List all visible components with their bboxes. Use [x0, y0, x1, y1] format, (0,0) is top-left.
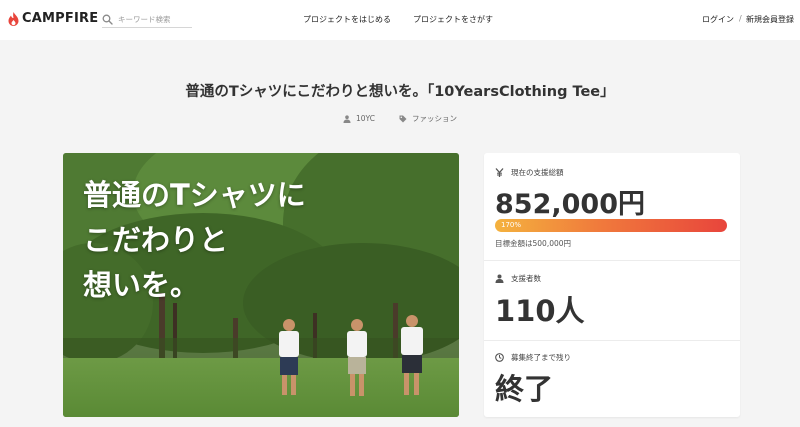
funding-progress-bar: 170%: [495, 219, 727, 232]
nav-separator: /: [739, 14, 742, 23]
supporters-label-text: 支援者数: [511, 274, 541, 283]
site-header: CAMPFIRE プロジェクトをはじめる プロジェクトをさがす ログイン / 新…: [0, 0, 800, 40]
flame-icon: [8, 11, 19, 26]
total-label-text: 現在の支援総額: [511, 168, 564, 177]
owner-name: 10YC: [356, 114, 375, 123]
divider: [484, 340, 740, 341]
hero-line-3: 想いを。: [83, 268, 200, 302]
project-hero-image[interactable]: 普通のTシャツに こだわりと 想いを。: [63, 153, 459, 417]
search-input[interactable]: [118, 14, 188, 24]
register-link[interactable]: 新規会員登録: [746, 14, 794, 25]
hero-line-2: こだわりと: [83, 223, 229, 257]
hero-headline: 普通のTシャツに こだわりと 想いを。: [83, 173, 306, 308]
hero-line-1: 普通のTシャツに: [83, 178, 306, 212]
total-label: 現在の支援総額: [495, 167, 564, 178]
yen-icon: [495, 168, 504, 177]
project-category[interactable]: ファッション: [399, 113, 457, 124]
search-box[interactable]: [102, 11, 192, 28]
nav-start-project[interactable]: プロジェクトをはじめる: [303, 14, 391, 25]
divider: [484, 260, 740, 261]
nav-find-project[interactable]: プロジェクトをさがす: [413, 14, 493, 25]
user-icon: [343, 114, 351, 123]
person-icon: [495, 274, 504, 283]
project-title: 普通のTシャツにこだわりと想いを。「10YearsClothing Tee」: [185, 84, 615, 100]
supporters-count: 110人: [495, 294, 585, 328]
search-icon: [102, 14, 113, 25]
login-link[interactable]: ログイン: [702, 14, 734, 25]
campfire-logo[interactable]: CAMPFIRE: [8, 11, 98, 26]
tag-icon: [399, 115, 407, 122]
project-meta: 10YC ファッション: [0, 113, 800, 124]
supporters-label: 支援者数: [495, 273, 541, 284]
goal-amount: 目標金額は500,000円: [495, 239, 572, 248]
remaining-label: 募集終了まで残り: [495, 352, 571, 363]
remaining-value: 終了: [495, 372, 554, 406]
total-amount: 852,000円: [495, 189, 645, 220]
remaining-label-text: 募集終了まで残り: [511, 353, 571, 362]
brand-name: CAMPFIRE: [22, 11, 99, 26]
category-name: ファッション: [411, 114, 457, 123]
clock-icon: [495, 353, 504, 362]
project-owner[interactable]: 10YC: [343, 113, 375, 124]
progress-percent: 170%: [501, 220, 522, 229]
